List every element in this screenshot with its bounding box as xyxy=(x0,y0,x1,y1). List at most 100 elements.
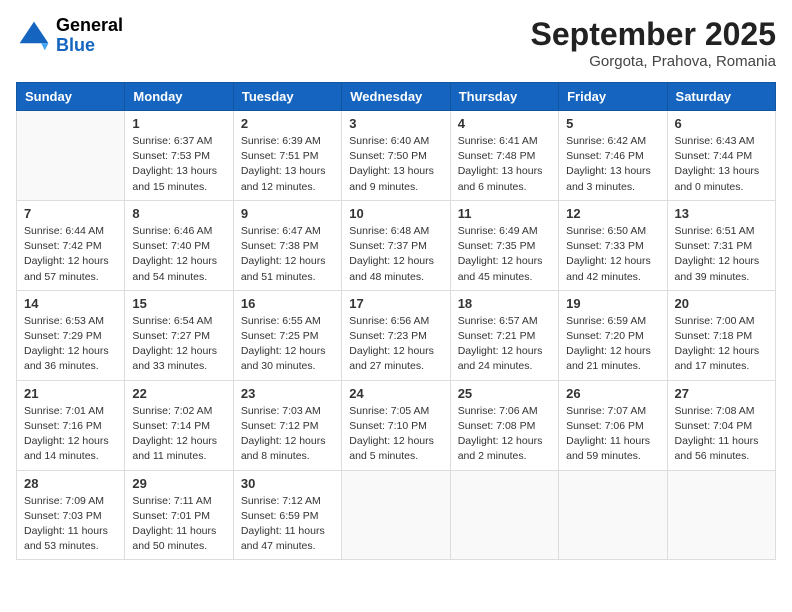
calendar-cell: 30 Sunrise: 7:12 AM Sunset: 6:59 PM Dayli… xyxy=(233,470,341,560)
calendar-cell: 22 Sunrise: 7:02 AM Sunset: 7:14 PM Dayli… xyxy=(125,380,233,470)
calendar-cell xyxy=(17,111,125,201)
day-info: Sunrise: 6:59 AM Sunset: 7:20 PM Dayligh… xyxy=(566,314,659,375)
day-number: 18 xyxy=(458,296,551,311)
calendar-cell: 14 Sunrise: 6:53 AM Sunset: 7:29 PM Dayli… xyxy=(17,290,125,380)
day-info: Sunrise: 6:42 AM Sunset: 7:46 PM Dayligh… xyxy=(566,134,659,195)
day-number: 29 xyxy=(132,476,225,491)
calendar-week-row: 21 Sunrise: 7:01 AM Sunset: 7:16 PM Dayli… xyxy=(17,380,776,470)
day-info: Sunrise: 6:41 AM Sunset: 7:48 PM Dayligh… xyxy=(458,134,551,195)
day-number: 30 xyxy=(241,476,334,491)
calendar-cell: 9Sunrise: 6:47 AM Sunset: 7:38 PM Daylig… xyxy=(233,200,341,290)
day-number: 24 xyxy=(349,386,442,401)
day-info: Sunrise: 6:44 AM Sunset: 7:42 PM Dayligh… xyxy=(24,224,117,285)
day-info: Sunrise: 6:48 AM Sunset: 7:37 PM Dayligh… xyxy=(349,224,442,285)
calendar-cell: 26 Sunrise: 7:07 AM Sunset: 7:06 PM Dayli… xyxy=(559,380,667,470)
day-info: Sunrise: 7:03 AM Sunset: 7:12 PM Dayligh… xyxy=(241,404,334,465)
calendar-cell: 5Sunrise: 6:42 AM Sunset: 7:46 PM Daylig… xyxy=(559,111,667,201)
logo-icon xyxy=(16,18,52,54)
day-info: Sunrise: 6:55 AM Sunset: 7:25 PM Dayligh… xyxy=(241,314,334,375)
day-info: Sunrise: 6:49 AM Sunset: 7:35 PM Dayligh… xyxy=(458,224,551,285)
day-number: 27 xyxy=(675,386,768,401)
day-info: Sunrise: 6:56 AM Sunset: 7:23 PM Dayligh… xyxy=(349,314,442,375)
calendar-week-row: 28 Sunrise: 7:09 AM Sunset: 7:03 PM Dayli… xyxy=(17,470,776,560)
calendar-cell: 4 Sunrise: 6:41 AM Sunset: 7:48 PM Daylig… xyxy=(450,111,558,201)
calendar-cell: 15 Sunrise: 6:54 AM Sunset: 7:27 PM Dayli… xyxy=(125,290,233,380)
calendar-week-row: 14 Sunrise: 6:53 AM Sunset: 7:29 PM Dayli… xyxy=(17,290,776,380)
calendar-cell: 11 Sunrise: 6:49 AM Sunset: 7:35 PM Dayli… xyxy=(450,200,558,290)
day-info: Sunrise: 6:50 AM Sunset: 7:33 PM Dayligh… xyxy=(566,224,659,285)
day-info: Sunrise: 7:02 AM Sunset: 7:14 PM Dayligh… xyxy=(132,404,225,465)
weekday-header-wednesday: Wednesday xyxy=(342,83,450,111)
calendar-cell: 1Sunrise: 6:37 AM Sunset: 7:53 PM Daylig… xyxy=(125,111,233,201)
calendar-header-row: SundayMondayTuesdayWednesdayThursdayFrid… xyxy=(17,83,776,111)
calendar-week-row: 7Sunrise: 6:44 AM Sunset: 7:42 PM Daylig… xyxy=(17,200,776,290)
calendar-cell: 16 Sunrise: 6:55 AM Sunset: 7:25 PM Dayli… xyxy=(233,290,341,380)
weekday-header-friday: Friday xyxy=(559,83,667,111)
day-number: 2 xyxy=(241,116,334,131)
day-number: 15 xyxy=(132,296,225,311)
day-info: Sunrise: 7:06 AM Sunset: 7:08 PM Dayligh… xyxy=(458,404,551,465)
calendar-cell: 17 Sunrise: 6:56 AM Sunset: 7:23 PM Dayli… xyxy=(342,290,450,380)
logo-text: General Blue xyxy=(56,16,123,56)
title-block: September 2025 Gorgota, Prahova, Romania xyxy=(531,16,776,70)
calendar-cell: 10 Sunrise: 6:48 AM Sunset: 7:37 PM Dayli… xyxy=(342,200,450,290)
calendar-cell xyxy=(450,470,558,560)
weekday-header-sunday: Sunday xyxy=(17,83,125,111)
day-info: Sunrise: 7:12 AM Sunset: 6:59 PM Dayligh… xyxy=(241,494,334,555)
calendar-cell: 12 Sunrise: 6:50 AM Sunset: 7:33 PM Dayli… xyxy=(559,200,667,290)
calendar-week-row: 1Sunrise: 6:37 AM Sunset: 7:53 PM Daylig… xyxy=(17,111,776,201)
month-title: September 2025 xyxy=(531,16,776,53)
day-number: 23 xyxy=(241,386,334,401)
day-info: Sunrise: 6:51 AM Sunset: 7:31 PM Dayligh… xyxy=(675,224,768,285)
weekday-header-thursday: Thursday xyxy=(450,83,558,111)
calendar-cell: 13 Sunrise: 6:51 AM Sunset: 7:31 PM Dayli… xyxy=(667,200,775,290)
calendar-cell: 27 Sunrise: 7:08 AM Sunset: 7:04 PM Dayli… xyxy=(667,380,775,470)
day-number: 22 xyxy=(132,386,225,401)
calendar-cell: 28 Sunrise: 7:09 AM Sunset: 7:03 PM Dayli… xyxy=(17,470,125,560)
location: Gorgota, Prahova, Romania xyxy=(531,53,776,70)
calendar-cell: 2 Sunrise: 6:39 AM Sunset: 7:51 PM Daylig… xyxy=(233,111,341,201)
calendar-cell xyxy=(342,470,450,560)
day-number: 12 xyxy=(566,206,659,221)
calendar-cell: 23 Sunrise: 7:03 AM Sunset: 7:12 PM Dayli… xyxy=(233,380,341,470)
day-info: Sunrise: 6:53 AM Sunset: 7:29 PM Dayligh… xyxy=(24,314,117,375)
calendar-cell: 20Sunrise: 7:00 AM Sunset: 7:18 PM Dayli… xyxy=(667,290,775,380)
day-number: 11 xyxy=(458,206,551,221)
day-number: 10 xyxy=(349,206,442,221)
day-info: Sunrise: 7:09 AM Sunset: 7:03 PM Dayligh… xyxy=(24,494,117,555)
day-info: Sunrise: 7:05 AM Sunset: 7:10 PM Dayligh… xyxy=(349,404,442,465)
day-number: 21 xyxy=(24,386,117,401)
day-number: 20 xyxy=(675,296,768,311)
calendar-cell: 8Sunrise: 6:46 AM Sunset: 7:40 PM Daylig… xyxy=(125,200,233,290)
calendar-cell: 18Sunrise: 6:57 AM Sunset: 7:21 PM Dayli… xyxy=(450,290,558,380)
day-number: 4 xyxy=(458,116,551,131)
day-number: 19 xyxy=(566,296,659,311)
calendar-cell: 21 Sunrise: 7:01 AM Sunset: 7:16 PM Dayli… xyxy=(17,380,125,470)
day-number: 17 xyxy=(349,296,442,311)
logo: General Blue xyxy=(16,16,123,56)
day-info: Sunrise: 6:39 AM Sunset: 7:51 PM Dayligh… xyxy=(241,134,334,195)
day-number: 14 xyxy=(24,296,117,311)
page-header: General Blue September 2025 Gorgota, Pra… xyxy=(16,16,776,70)
day-info: Sunrise: 6:37 AM Sunset: 7:53 PM Dayligh… xyxy=(132,134,225,195)
calendar-cell: 29Sunrise: 7:11 AM Sunset: 7:01 PM Dayli… xyxy=(125,470,233,560)
day-number: 16 xyxy=(241,296,334,311)
logo-general: General xyxy=(56,16,123,36)
day-info: Sunrise: 7:08 AM Sunset: 7:04 PM Dayligh… xyxy=(675,404,768,465)
day-number: 8 xyxy=(132,206,225,221)
calendar-cell xyxy=(667,470,775,560)
weekday-header-saturday: Saturday xyxy=(667,83,775,111)
day-info: Sunrise: 6:43 AM Sunset: 7:44 PM Dayligh… xyxy=(675,134,768,195)
day-info: Sunrise: 7:01 AM Sunset: 7:16 PM Dayligh… xyxy=(24,404,117,465)
day-info: Sunrise: 6:54 AM Sunset: 7:27 PM Dayligh… xyxy=(132,314,225,375)
day-number: 28 xyxy=(24,476,117,491)
day-number: 13 xyxy=(675,206,768,221)
calendar-cell: 7Sunrise: 6:44 AM Sunset: 7:42 PM Daylig… xyxy=(17,200,125,290)
calendar-cell: 25 Sunrise: 7:06 AM Sunset: 7:08 PM Dayli… xyxy=(450,380,558,470)
day-number: 25 xyxy=(458,386,551,401)
day-number: 26 xyxy=(566,386,659,401)
weekday-header-tuesday: Tuesday xyxy=(233,83,341,111)
logo-blue: Blue xyxy=(56,36,123,56)
calendar-cell xyxy=(559,470,667,560)
day-info: Sunrise: 7:07 AM Sunset: 7:06 PM Dayligh… xyxy=(566,404,659,465)
